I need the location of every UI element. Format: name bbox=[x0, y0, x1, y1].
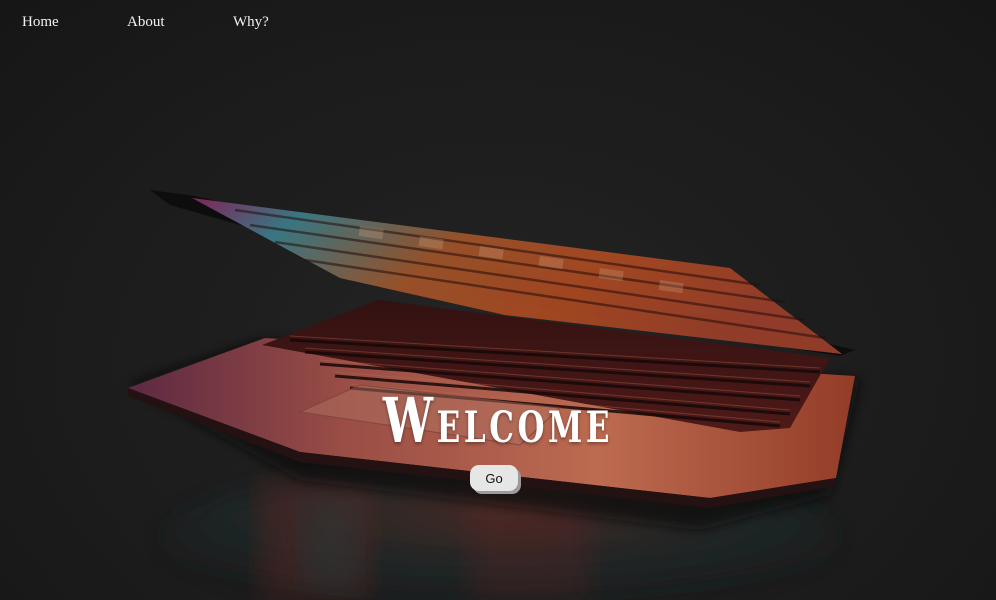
welcome-heading: Welcome bbox=[382, 383, 614, 457]
nav-home-link[interactable]: Home bbox=[22, 14, 127, 31]
page: Home About Why? Welcome Go bbox=[0, 0, 996, 600]
nav-why-link[interactable]: Why? bbox=[233, 14, 269, 31]
top-nav: Home About Why? bbox=[22, 14, 269, 31]
nav-about-link[interactable]: About bbox=[127, 14, 233, 31]
laptop-background-image bbox=[0, 0, 996, 600]
go-button[interactable]: Go bbox=[470, 465, 518, 491]
